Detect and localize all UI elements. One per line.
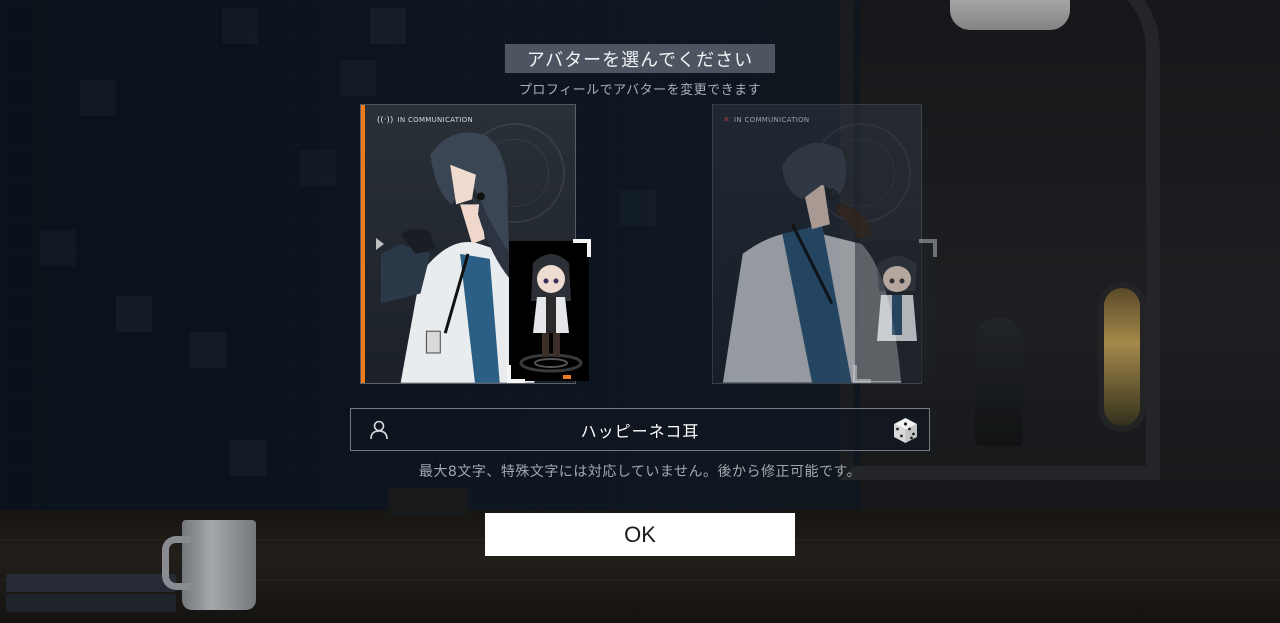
- close-x-icon: ✕: [723, 115, 731, 124]
- name-value[interactable]: ハッピーネコ耳: [581, 418, 700, 442]
- selected-indicator-bar: [361, 105, 365, 383]
- play-arrow-icon: [376, 238, 384, 250]
- ok-button[interactable]: OK: [485, 513, 795, 556]
- user-icon: [370, 420, 388, 440]
- dialog-subtitle: プロフィールでアバターを変更できます: [518, 83, 762, 98]
- communication-status: ✕ IN COMMUNICATION: [723, 115, 810, 124]
- chibi-preview-1: [507, 239, 591, 383]
- chibi-preview-2: [853, 239, 937, 383]
- name-hint: 最大8文字、特殊文字には対応していません。後から修正可能です。: [418, 464, 862, 480]
- signal-icon: ((·)): [377, 115, 394, 124]
- chibi-figure-male: [877, 256, 917, 341]
- dice-icon[interactable]: [892, 417, 919, 444]
- name-input[interactable]: ハッピーネコ耳: [350, 408, 930, 451]
- communication-status: ((·)) IN COMMUNICATION: [377, 115, 473, 124]
- chibi-figure-female: [519, 254, 583, 373]
- dialog-title: アバターを選んでください: [505, 44, 775, 73]
